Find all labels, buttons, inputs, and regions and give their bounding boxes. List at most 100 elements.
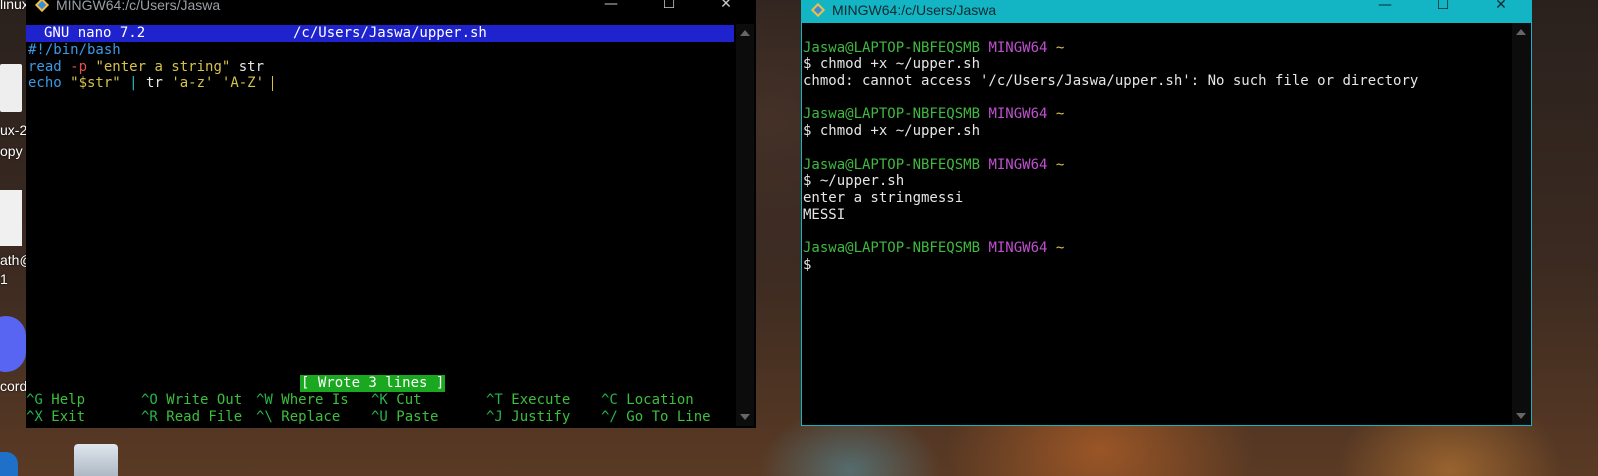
discord-icon[interactable]: [0, 316, 26, 372]
close-button[interactable]: ✕: [1478, 0, 1524, 15]
desktop-label: linux: [0, 0, 29, 12]
text-segment: |: [129, 75, 138, 92]
text-segment: MESSI: [803, 206, 846, 223]
nano-window: MINGW64:/c/Users/Jaswa — ☐ ✕ GNU nano 7.…: [26, 0, 756, 428]
shortcut-key: ^/: [601, 409, 618, 425]
terminal-line: chmod: cannot access '/c/Users/Jaswa/upp…: [803, 73, 1418, 90]
maximize-button[interactable]: ☐: [646, 0, 692, 14]
file-icon[interactable]: [0, 64, 22, 112]
scrollbar[interactable]: [736, 24, 754, 426]
text-segment: Jaswa@LAPTOP-NBFEQSMB: [803, 106, 981, 123]
shortcut-label: Cut: [387, 392, 422, 408]
shortcut-label: Read File: [157, 409, 243, 425]
text-cursor: [272, 76, 273, 91]
shortcut-item[interactable]: ^K Cut: [371, 392, 422, 409]
shortcut-item[interactable]: ^G Help: [26, 392, 85, 409]
text-segment: ~: [1047, 156, 1065, 173]
shortcut-key: ^T: [486, 392, 503, 408]
text-segment: Jaswa@LAPTOP-NBFEQSMB: [803, 39, 981, 56]
text-segment: Jaswa@LAPTOP-NBFEQSMB: [803, 239, 981, 256]
terminal-line: $: [803, 257, 1418, 274]
terminal-line: enter a stringmessi: [803, 190, 1418, 207]
shortcut-item[interactable]: ^\ Replace: [256, 409, 340, 426]
close-button[interactable]: ✕: [703, 0, 749, 14]
minimize-button[interactable]: —: [1362, 0, 1408, 15]
shortcut-item[interactable]: ^T Execute: [486, 392, 570, 409]
terminal-output[interactable]: Jaswa@LAPTOP-NBFEQSMB MINGW64 ~ $ chmod +…: [803, 23, 1418, 273]
shortcut-item[interactable]: ^R Read File: [141, 409, 242, 426]
text-segment: "enter a string": [87, 58, 231, 75]
shortcut-key: ^R: [141, 409, 158, 425]
shortcut-label: Location: [617, 392, 694, 408]
desktop-label: opy: [0, 143, 23, 159]
terminal-line: read -p "enter a string" str: [28, 59, 264, 76]
desktop-label: ux-2: [0, 122, 28, 138]
shortcut-key: ^U: [371, 409, 388, 425]
text-segment: ~: [1047, 106, 1065, 123]
terminal-line: #!/bin/bash: [28, 42, 264, 59]
shortcut-item[interactable]: ^C Location: [601, 392, 694, 409]
text-segment: $ chmod +x ~/upper.sh: [803, 56, 981, 73]
nano-editor[interactable]: #!/bin/bash read -p "enter a string" str e…: [28, 42, 264, 92]
terminal-line: Jaswa@LAPTOP-NBFEQSMB MINGW64 ~: [803, 157, 1418, 174]
shortcut-key: ^J: [486, 409, 503, 425]
shortcut-key: ^G: [26, 392, 43, 408]
shortcut-item[interactable]: ^W Where Is: [256, 392, 349, 409]
scroll-up-arrow[interactable]: [1516, 29, 1526, 35]
shortcut-label: Justify: [502, 409, 571, 425]
scroll-down-arrow[interactable]: [740, 414, 750, 420]
desktop-label: 1: [0, 271, 8, 287]
text-segment: $ ~/upper.sh: [803, 173, 905, 190]
shortcut-item[interactable]: ^X Exit: [26, 409, 85, 426]
text-segment: enter a stringmessi: [803, 189, 964, 206]
status-message: [ Wrote 3 lines ]: [300, 375, 446, 392]
text-segment: MINGW64: [988, 39, 1048, 56]
shortcut-key: ^X: [26, 409, 43, 425]
text-segment: chmod: cannot access '/c/Users/Jaswa/upp…: [803, 73, 1419, 90]
text-segment: 'a-z' 'A-Z': [171, 75, 265, 92]
recycle-bin-icon[interactable]: [74, 444, 118, 476]
maximize-button[interactable]: ☐: [1420, 0, 1466, 15]
terminal-line: echo "$str" | tr 'a-z' 'A-Z': [28, 75, 264, 92]
text-segment: "$str": [61, 75, 121, 92]
scrollbar[interactable]: [1512, 23, 1530, 425]
text-segment: str: [230, 58, 265, 75]
document-icon[interactable]: [0, 190, 22, 246]
text-segment: MINGW64: [988, 106, 1048, 123]
minimize-button[interactable]: —: [588, 0, 634, 14]
nano-version: GNU nano 7.2: [44, 25, 146, 41]
shortcut-item[interactable]: ^J Justify: [486, 409, 570, 426]
shortcut-item[interactable]: ^U Paste: [371, 409, 438, 426]
text-segment: -p: [70, 58, 88, 75]
terminal-line: Jaswa@LAPTOP-NBFEQSMB MINGW64 ~: [803, 106, 1418, 123]
text-segment: read: [28, 58, 62, 75]
text-segment: tr: [137, 75, 172, 92]
window-title: MINGW64:/c/Users/Jaswa: [56, 0, 221, 13]
text-segment: #!/bin/bash: [28, 42, 121, 58]
app-icon[interactable]: [0, 452, 18, 476]
shortcut-item[interactable]: ^/ Go To Line: [601, 409, 711, 426]
terminal-line: $ chmod +x ~/upper.sh: [803, 56, 1418, 73]
text-segment: $ chmod +x ~/upper.sh: [803, 123, 981, 140]
nano-file-path: /c/Users/Jaswa/upper.sh: [293, 25, 487, 41]
shortcut-key: ^\: [256, 409, 273, 425]
text-segment: [121, 75, 129, 91]
text-segment: MINGW64: [988, 239, 1048, 256]
shortcut-key: ^K: [371, 392, 388, 408]
text-segment: MINGW64: [988, 156, 1048, 173]
shortcut-key: ^C: [601, 392, 618, 408]
terminal-line: Jaswa@LAPTOP-NBFEQSMB MINGW64 ~: [803, 40, 1418, 57]
shortcut-label: Execute: [502, 392, 571, 408]
shortcut-label: Paste: [387, 409, 439, 425]
scroll-up-arrow[interactable]: [740, 30, 750, 36]
text-segment: echo: [28, 75, 62, 92]
shortcut-item[interactable]: ^O Write Out: [141, 392, 242, 409]
window-title: MINGW64:/c/Users/Jaswa: [832, 2, 997, 18]
shortcut-label: Write Out: [157, 392, 243, 408]
shortcut-label: Help: [42, 392, 86, 408]
terminal-line: $ chmod +x ~/upper.sh: [803, 123, 1418, 140]
scroll-down-arrow[interactable]: [1516, 413, 1526, 419]
